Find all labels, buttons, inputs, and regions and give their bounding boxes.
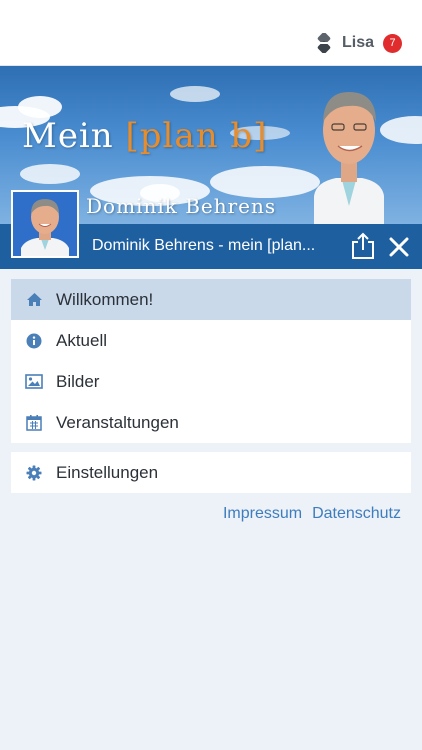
- banner-subtitle: Dominik Behrens: [86, 194, 277, 218]
- avatar: [11, 190, 79, 258]
- top-bar: Lisa 7: [0, 0, 422, 66]
- cloud: [170, 86, 220, 102]
- settings-menu: Einstellungen: [11, 452, 411, 493]
- banner-title: Mein [plan b]: [22, 116, 267, 156]
- menu-item-bilder[interactable]: Bilder: [11, 361, 411, 402]
- impressum-link[interactable]: Impressum: [223, 505, 302, 523]
- menu-item-label: Aktuell: [56, 330, 108, 350]
- home-icon: [25, 291, 43, 309]
- banner-title-accent: [plan b]: [125, 116, 268, 156]
- info-icon: [25, 332, 43, 350]
- menu-item-veranstaltungen[interactable]: Veranstaltungen: [11, 402, 411, 443]
- notification-badge[interactable]: 7: [383, 33, 402, 53]
- image-icon: [25, 373, 43, 391]
- menu-item-label: Veranstaltungen: [56, 412, 179, 432]
- menu-item-einstellungen[interactable]: Einstellungen: [11, 452, 411, 493]
- menu-item-label: Bilder: [56, 371, 100, 391]
- user-name: Lisa: [341, 34, 374, 51]
- datenschutz-link[interactable]: Datenschutz: [312, 505, 401, 523]
- footer-links: Impressum Datenschutz: [213, 505, 401, 523]
- avatar-image: [13, 192, 77, 256]
- user-account[interactable]: Lisa 7: [314, 33, 402, 53]
- cloud: [18, 96, 62, 118]
- banner-title-main: Mein: [22, 116, 114, 156]
- cloud: [20, 164, 80, 184]
- gear-icon: [25, 464, 43, 482]
- menu-item-label: Einstellungen: [56, 462, 159, 482]
- share-icon[interactable]: [350, 232, 376, 260]
- menu-item-aktuell[interactable]: Aktuell: [11, 320, 411, 361]
- portrait-image: [314, 92, 384, 224]
- main-menu: Willkommen! Aktuell Bilder Veranstaltung…: [11, 279, 411, 443]
- app-logo-icon: [317, 33, 331, 53]
- calendar-icon: [25, 414, 43, 432]
- profile-title: Dominik Behrens - mein [plan...: [92, 237, 316, 254]
- menu-item-label: Willkommen!: [56, 289, 154, 309]
- close-icon[interactable]: [386, 234, 412, 260]
- menu-item-willkommen[interactable]: Willkommen!: [11, 279, 411, 320]
